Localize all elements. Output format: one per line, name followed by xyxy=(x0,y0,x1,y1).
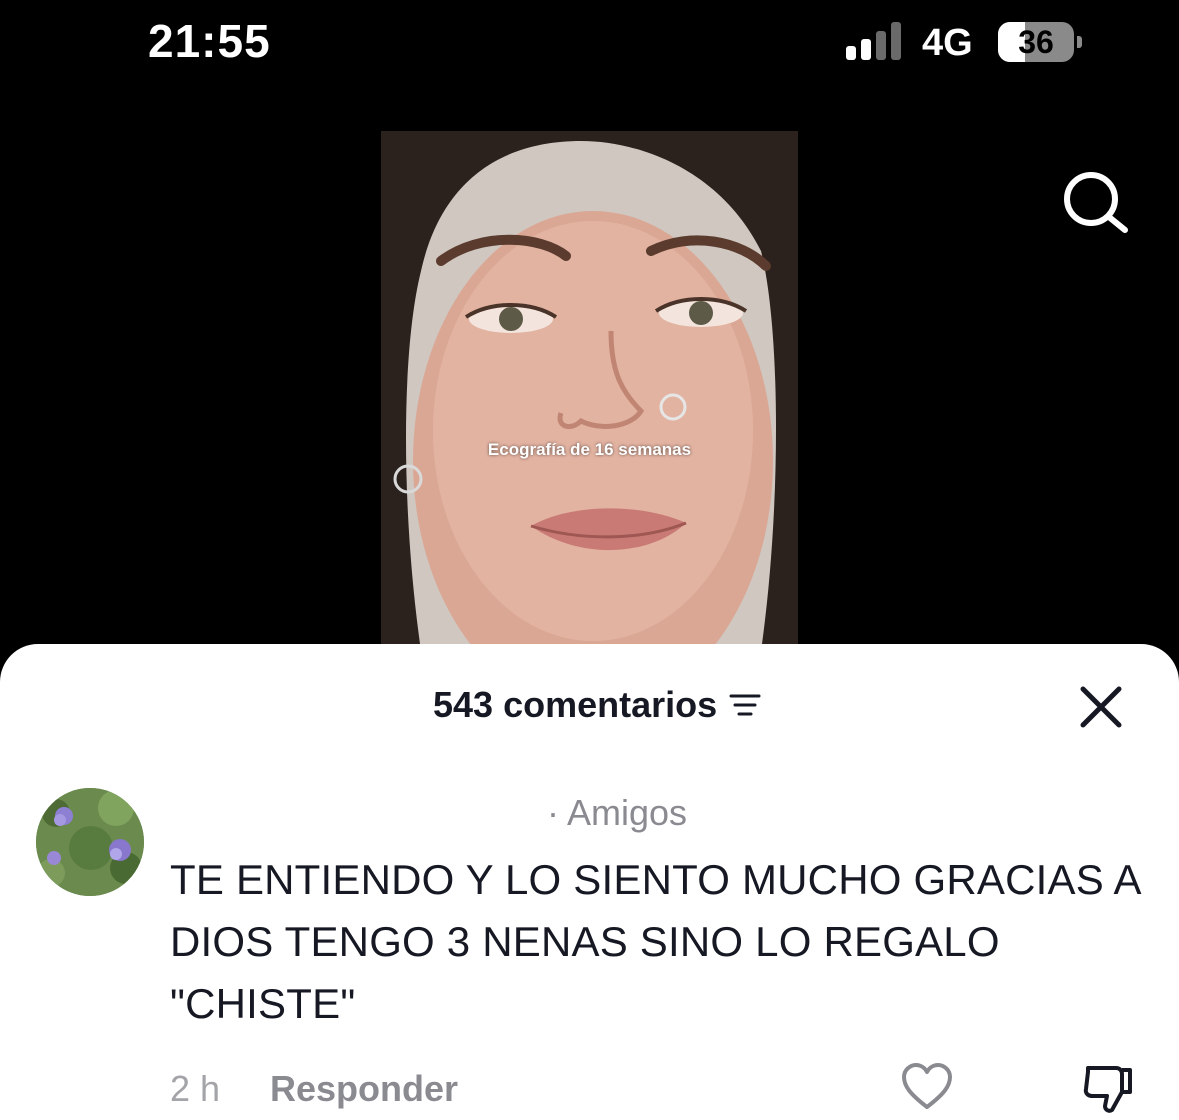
close-icon xyxy=(1080,686,1122,728)
comment-badge: · Amigos xyxy=(547,792,688,833)
avatar-image xyxy=(36,788,144,896)
like-button[interactable] xyxy=(900,1062,954,1112)
comment-time: 2 h xyxy=(170,1068,221,1109)
search-icon xyxy=(1064,172,1128,233)
video-player[interactable]: Ecografía de 16 semanas xyxy=(381,131,798,651)
dislike-button[interactable] xyxy=(1080,1062,1134,1116)
network-type: 4G xyxy=(922,22,973,64)
video-caption: Ecografía de 16 semanas xyxy=(487,440,692,459)
filter-icon xyxy=(729,694,761,716)
signal-strength-icon xyxy=(846,22,901,60)
status-time: 21:55 xyxy=(148,15,271,67)
commenter-avatar[interactable] xyxy=(36,788,144,896)
search-button[interactable] xyxy=(1060,168,1132,240)
screen: 21:55 4G 36 Ecografía de 16 semanas 543 … xyxy=(0,0,1179,1120)
comments-header[interactable]: 543 comentarios xyxy=(433,684,761,726)
video-frame xyxy=(381,131,798,651)
battery-cap xyxy=(1077,36,1082,48)
comments-count: 543 comentarios xyxy=(433,684,718,725)
comments-sheet: 543 comentarios · Amigos TE ENTIENDO Y L… xyxy=(0,644,1179,1120)
comment-text: TE ENTIENDO Y LO SIENTO MUCHO GRACIAS A … xyxy=(170,856,1140,1027)
heart-icon xyxy=(902,1063,952,1109)
battery-percentage: 36 xyxy=(1018,24,1054,60)
reply-button[interactable]: Responder xyxy=(270,1068,458,1110)
thumbs-down-icon xyxy=(1083,1066,1132,1113)
close-button[interactable] xyxy=(1078,684,1124,730)
battery-icon: 36 xyxy=(998,22,1074,62)
